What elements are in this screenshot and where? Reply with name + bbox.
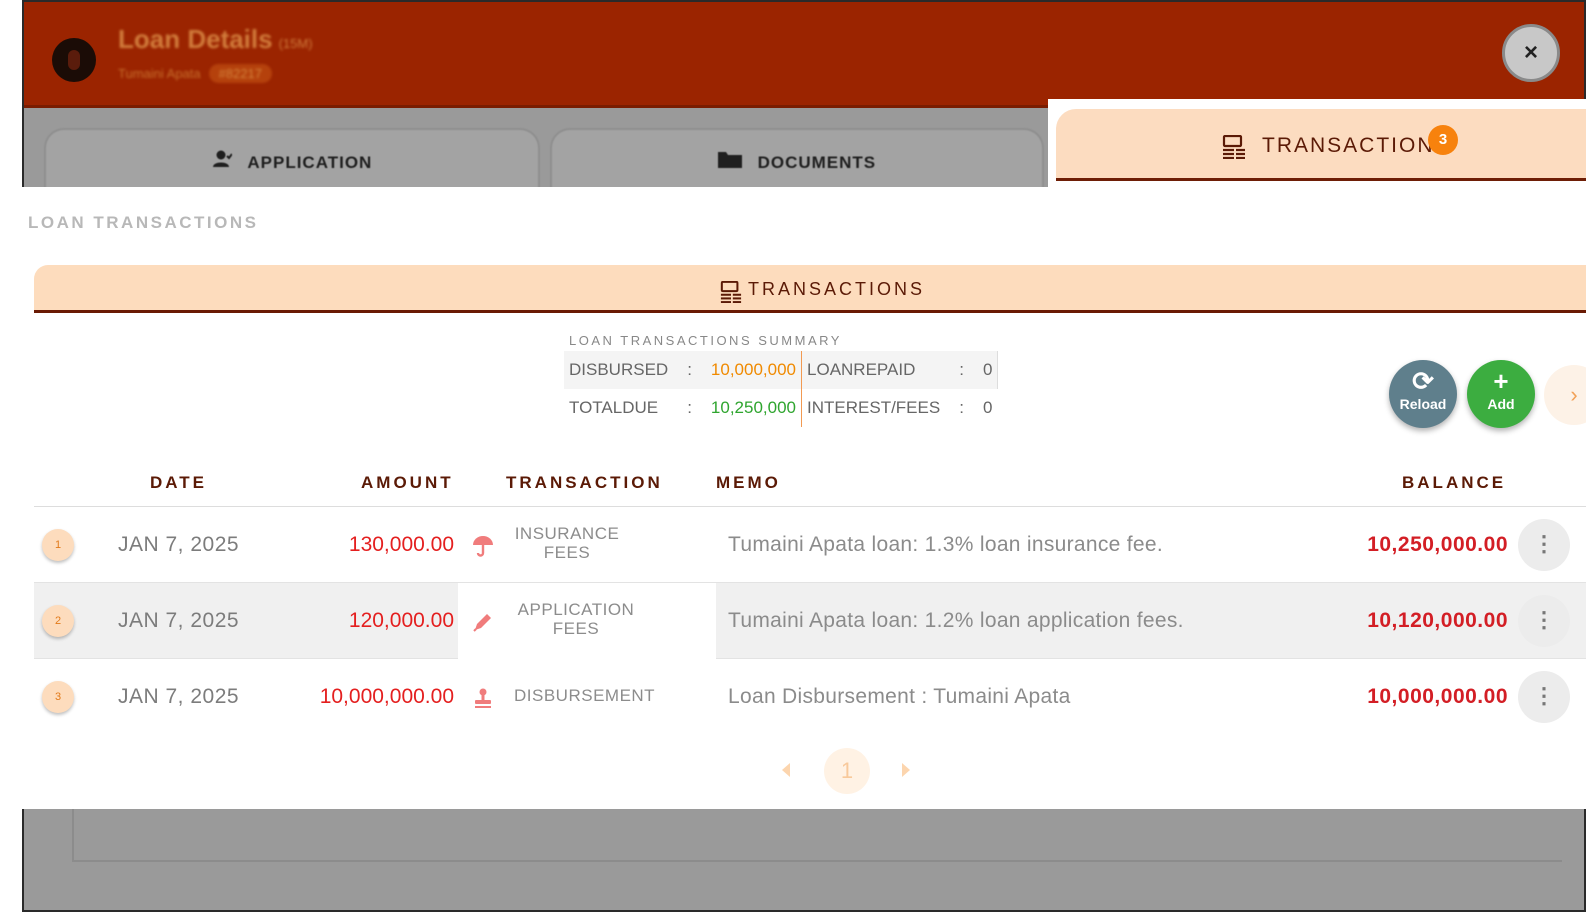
row-menu-button[interactable]: ⋮ — [1518, 671, 1570, 723]
folder-icon — [717, 152, 748, 172]
row-amount: 130,000.00 — [348, 533, 454, 556]
add-button[interactable]: + Add — [1467, 360, 1535, 428]
card-header: TRANSACTIONS — [34, 265, 1586, 313]
summary-row: TOTALDUE : 10,250,000 INTEREST/FEES : 0 — [564, 389, 998, 427]
transactions-card: TRANSACTIONS LOAN TRANSACTIONS SUMMARY D… — [34, 265, 1586, 809]
avatar — [52, 38, 96, 82]
interest-fees-value: 0 — [982, 398, 993, 417]
row-type-line2: FEES — [543, 543, 591, 562]
modal-subtitle: Tumaini Apata #82217 — [118, 64, 273, 83]
stamp-icon — [472, 687, 494, 714]
disbursed-value: 10,000,000 — [705, 351, 803, 389]
more-actions-button[interactable]: › — [1544, 365, 1586, 425]
reload-button[interactable]: ⟳ Reload — [1389, 360, 1457, 428]
row-date: JAN 7, 2025 — [118, 609, 240, 632]
summary-row: DISBURSED : 10,000,000 LOANREPAID : 0 — [564, 351, 999, 389]
loanrepaid-label: LOANREPAID — [801, 351, 946, 389]
row-type-line2: FEES — [552, 619, 600, 638]
modal-header: Loan Details (15M) Tumaini Apata #82217 × — [24, 2, 1584, 108]
row-balance: 10,250,000.00 — [1367, 533, 1508, 556]
chevron-right-icon: › — [1570, 382, 1578, 407]
umbrella-icon — [472, 535, 494, 562]
loanrepaid-value: 0 — [977, 351, 999, 389]
interest-fees-label: INTEREST/FEES — [807, 398, 941, 417]
row-amount: 120,000.00 — [348, 609, 454, 632]
modal-title-text: Loan Details — [118, 24, 273, 54]
row-transaction-type: DISBURSEMENT — [514, 686, 655, 705]
borrower-name: Tumaini Apata — [118, 66, 201, 81]
modal-title-suffix: (15M) — [278, 36, 313, 51]
colon: : — [687, 398, 692, 417]
table-row[interactable]: 3 JAN 7, 2025 10,000,000.00 DISBURSEMENT… — [34, 659, 1586, 735]
row-number: 2 — [42, 605, 74, 637]
row-amount: 10,000,000.00 — [319, 685, 454, 708]
row-type-line1: APPLICATION — [517, 600, 635, 619]
table-row[interactable]: 1 JAN 7, 2025 130,000.00 INSURANCE FEES … — [34, 507, 1586, 583]
summary-table: DISBURSED : 10,000,000 LOANREPAID : 0 TO… — [564, 351, 999, 427]
table-row[interactable]: 2 JAN 7, 2025 120,000.00 APPLICATION FEE… — [34, 583, 1586, 659]
row-type-line1: INSURANCE — [514, 524, 620, 543]
tab-transactions-wrap: TRANSACTIONS 3 — [1048, 99, 1586, 187]
tab-transactions-label: TRANSACTIONS — [1262, 134, 1451, 157]
tab-count-badge: 3 — [1428, 125, 1458, 155]
refresh-icon: ⟳ — [1412, 366, 1434, 396]
tab-application[interactable]: APPLICATION — [44, 128, 540, 190]
row-transaction-type: APPLICATION FEES — [506, 600, 646, 638]
row-type-line1: DISBURSEMENT — [514, 686, 656, 705]
row-memo: Tumaini Apata loan: 1.3% loan insurance … — [728, 533, 1164, 556]
transactions-icon — [1222, 134, 1246, 164]
tab-documents-label: DOCUMENTS — [757, 153, 877, 172]
row-menu-button[interactable]: ⋮ — [1518, 595, 1570, 647]
totaldue-label: TOTALDUE — [569, 398, 659, 417]
totaldue-value: 10,250,000 — [705, 389, 803, 427]
section-label: LOAN TRANSACTIONS — [28, 213, 259, 232]
transactions-panel: LOAN TRANSACTIONS TRANSACTIONS LOAN TRAN… — [2, 187, 1586, 809]
chevron-left-icon[interactable] — [782, 763, 790, 777]
colon: : — [673, 351, 706, 389]
transactions-icon — [720, 280, 742, 308]
row-balance: 10,120,000.00 — [1367, 609, 1508, 632]
pagination: 1 — [34, 748, 1586, 795]
modal-inner-border — [72, 802, 1562, 862]
row-number: 3 — [42, 681, 74, 713]
row-balance: 10,000,000.00 — [1367, 685, 1508, 708]
header-memo: MEMO — [716, 473, 781, 492]
header-balance: BALANCE — [1402, 473, 1507, 492]
row-number: 1 — [42, 529, 74, 561]
row-date: JAN 7, 2025 — [118, 685, 240, 708]
chevron-right-icon[interactable] — [902, 763, 910, 777]
row-memo: Loan Disbursement : Tumaini Apata — [728, 685, 1071, 708]
disbursed-label: DISBURSED — [564, 351, 674, 389]
header-date: DATE — [150, 473, 208, 492]
tab-transactions[interactable]: TRANSACTIONS 3 — [1056, 109, 1586, 181]
row-memo: Tumaini Apata loan: 1.2% loan applicatio… — [728, 609, 1184, 632]
tab-documents[interactable]: DOCUMENTS — [550, 128, 1044, 190]
plus-icon: + — [1493, 366, 1509, 396]
modal-title: Loan Details (15M) — [118, 24, 313, 55]
row-date: JAN 7, 2025 — [118, 533, 240, 556]
header-transaction: TRANSACTION — [506, 473, 663, 492]
loan-id-badge: #82217 — [208, 64, 273, 83]
colon: : — [959, 398, 964, 417]
header-amount: AMOUNT — [361, 473, 454, 492]
card-title: TRANSACTIONS — [748, 279, 926, 299]
row-transaction-type: INSURANCE FEES — [512, 524, 622, 562]
add-label: Add — [1487, 396, 1515, 412]
tab-application-label: APPLICATION — [247, 153, 373, 172]
summary-title: LOAN TRANSACTIONS SUMMARY — [569, 333, 842, 348]
pen-icon — [472, 611, 494, 638]
user-icon — [212, 150, 238, 172]
row-menu-button[interactable]: ⋮ — [1518, 519, 1570, 571]
reload-label: Reload — [1399, 396, 1447, 412]
page-current[interactable]: 1 — [824, 748, 870, 794]
table-header: DATE AMOUNT TRANSACTION MEMO BALANCE — [34, 463, 1586, 507]
close-button[interactable]: × — [1502, 24, 1560, 82]
colon: : — [945, 351, 978, 389]
